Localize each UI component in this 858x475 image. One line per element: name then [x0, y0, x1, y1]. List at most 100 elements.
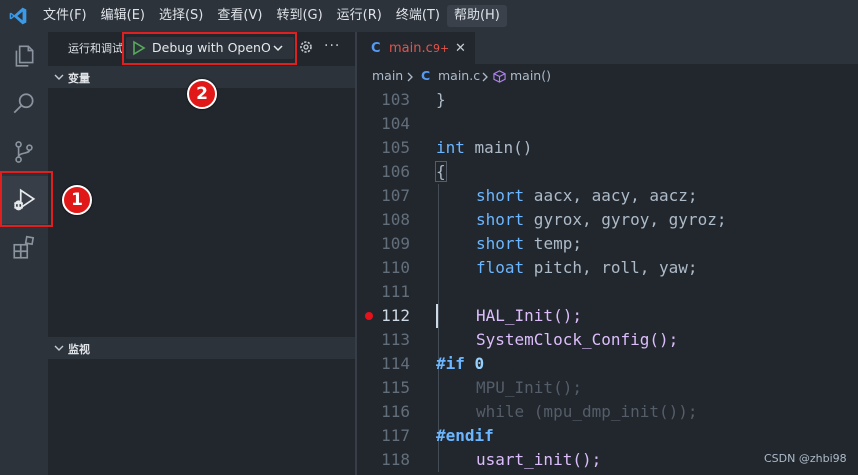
- code-line: 104: [357, 112, 858, 136]
- line-number: 113: [381, 330, 410, 349]
- problems-badge: 9+: [433, 42, 450, 55]
- keyword: int: [436, 138, 465, 157]
- code-line: 111: [357, 280, 858, 304]
- code-editor[interactable]: 103 } 104 105 int main() 106 { 107 short…: [357, 88, 858, 475]
- code-text: #endif: [436, 426, 494, 445]
- annotation-box-run-debug: [0, 171, 53, 227]
- search-icon: [13, 93, 34, 114]
- keyword: short: [476, 210, 525, 229]
- tab-label: main.c: [389, 41, 433, 56]
- annotation-badge-one: 1: [62, 185, 92, 215]
- line-number: 115: [381, 378, 410, 397]
- identifier: main(): [474, 138, 533, 157]
- line-number: 103: [381, 90, 410, 109]
- title-bar: 文件(F) 编辑(E) 选择(S) 查看(V) 转到(G) 运行(R) 终端(T…: [0, 0, 858, 32]
- source-control-icon: [15, 141, 33, 163]
- code-text: float pitch, roll, yaw;: [476, 258, 698, 277]
- code-line: 116 while (mpu_dmp_init());: [357, 400, 858, 424]
- variables-label: 变量: [68, 72, 90, 85]
- function-cube-icon: [493, 70, 506, 83]
- menu-help[interactable]: 帮助(H): [446, 5, 507, 27]
- code-line: 108 short gyrox, gyroy, gyroz;: [357, 208, 858, 232]
- code-line: 107 short aacx, aacy, aacz;: [357, 184, 858, 208]
- more-actions-button[interactable]: ···: [324, 38, 340, 54]
- code-line: 103 }: [357, 88, 858, 112]
- line-number: 108: [381, 210, 410, 229]
- watermark: CSDN @zhbi98: [764, 452, 847, 465]
- chevron-right-icon: [482, 72, 488, 82]
- c-file-icon: C: [421, 68, 431, 83]
- line-number: 112: [381, 306, 410, 325]
- line-number: 105: [381, 138, 410, 157]
- code-line: 106 {: [357, 160, 858, 184]
- text-cursor: [436, 304, 438, 328]
- code-text: int main(): [436, 138, 532, 157]
- code-text: SystemClock_Config();: [476, 330, 679, 349]
- search-button[interactable]: [0, 80, 48, 128]
- breadcrumb-symbol[interactable]: main(): [510, 68, 551, 83]
- keyword: float: [476, 258, 525, 277]
- line-number: 107: [381, 186, 410, 205]
- gear-icon[interactable]: [298, 39, 314, 55]
- watch-label: 监视: [68, 343, 90, 356]
- code-line: 115 MPU_Init();: [357, 376, 858, 400]
- line-number: 114: [381, 354, 410, 373]
- editor-area: C main.c 9+ ✕ main C main.c main() 103 }…: [357, 32, 858, 475]
- menu-bar: 文件(F) 编辑(E) 选择(S) 查看(V) 转到(G) 运行(R) 终端(T…: [36, 5, 507, 27]
- line-number: 116: [381, 402, 410, 421]
- close-icon[interactable]: ✕: [455, 41, 466, 56]
- menu-run[interactable]: 运行(R): [330, 5, 389, 27]
- c-file-icon: C: [371, 41, 381, 56]
- menu-edit[interactable]: 编辑(E): [94, 5, 152, 27]
- code-line-current: 112 HAL_Init();: [357, 304, 858, 328]
- code-text: {: [435, 161, 447, 182]
- files-icon: [15, 45, 34, 67]
- extensions-icon: [13, 235, 35, 259]
- code-line: 113 SystemClock_Config();: [357, 328, 858, 352]
- tab-bar: C main.c 9+ ✕: [357, 32, 858, 65]
- code-text: short gyrox, gyroy, gyroz;: [476, 210, 727, 229]
- line-number: 118: [381, 450, 410, 469]
- menu-file[interactable]: 文件(F): [36, 5, 94, 27]
- code-text: short temp;: [476, 234, 582, 253]
- menu-terminal[interactable]: 终端(T): [389, 5, 447, 27]
- code-line: 110 float pitch, roll, yaw;: [357, 256, 858, 280]
- menu-selection[interactable]: 选择(S): [152, 5, 210, 27]
- line-number: 111: [381, 282, 410, 301]
- code-text: MPU_Init();: [476, 378, 582, 397]
- explorer-button[interactable]: [0, 32, 48, 80]
- line-number: 117: [381, 426, 410, 445]
- annotation-box-debug-config: [122, 32, 297, 65]
- code-text: #if 0: [436, 354, 485, 373]
- watch-section-header[interactable]: 监视: [48, 337, 355, 359]
- panel-title: 运行和调试: [68, 42, 123, 55]
- code-line: 109 short temp;: [357, 232, 858, 256]
- menu-go[interactable]: 转到(G): [269, 5, 329, 27]
- line-number: 104: [381, 114, 410, 133]
- line-number: 110: [381, 258, 410, 277]
- code-text: while (mpu_dmp_init());: [476, 402, 698, 421]
- vscode-logo-icon: [9, 7, 27, 25]
- number-literal: 0: [474, 354, 485, 373]
- code-line: 105 int main(): [357, 136, 858, 160]
- code-text: usart_init();: [476, 450, 602, 469]
- tab-main-c[interactable]: C main.c 9+ ✕: [357, 32, 475, 65]
- keyword: short: [476, 234, 525, 253]
- breadcrumb-file[interactable]: main.c: [438, 68, 480, 83]
- breadcrumb: main C main.c main(): [357, 64, 858, 88]
- menu-view[interactable]: 查看(V): [210, 5, 269, 27]
- annotation-badge-two: 2: [187, 79, 217, 109]
- code-text: HAL_Init();: [476, 306, 582, 325]
- code-text: short aacx, aacy, aacz;: [476, 186, 698, 205]
- line-number: 106: [381, 162, 410, 181]
- code-line: 114 #if 0: [357, 352, 858, 376]
- breadcrumb-folder[interactable]: main: [372, 68, 403, 83]
- extensions-button[interactable]: [0, 224, 48, 272]
- keyword: short: [476, 186, 525, 205]
- source-control-button[interactable]: [0, 128, 48, 176]
- chevron-right-icon: [407, 72, 413, 82]
- chevron-down-icon: [54, 74, 64, 80]
- activity-bar: [0, 32, 48, 475]
- line-number: 109: [381, 234, 410, 253]
- chevron-down-icon: [54, 345, 64, 351]
